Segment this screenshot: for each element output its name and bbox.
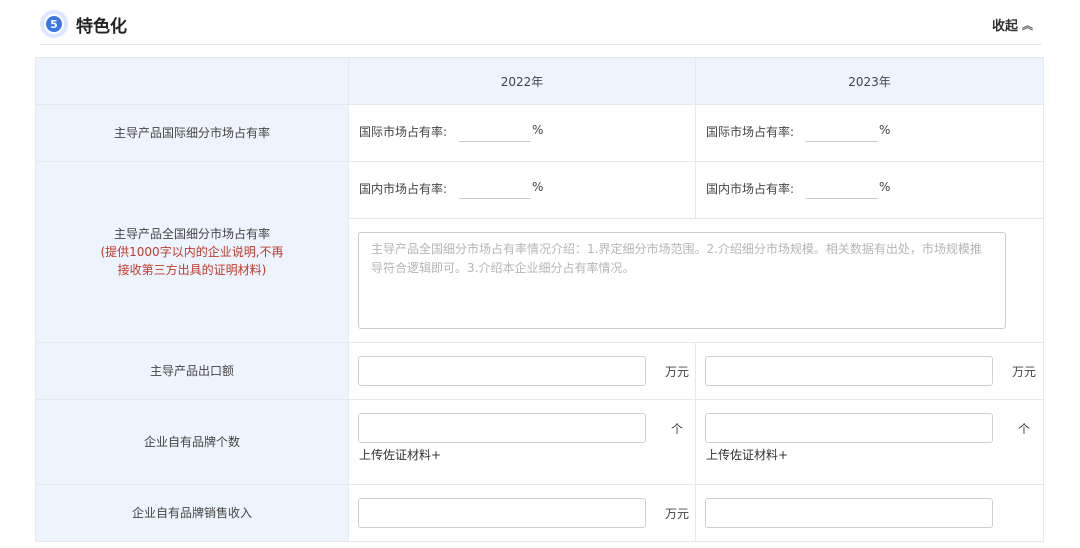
intl-share-row: 主导产品国际细分市场占有率 国际市场占有率: % 国际市场占有率: % (35, 104, 1044, 162)
national-share-desc-cell: 主导产品全国细分市场占有率情况介绍：1.界定细分市场范围。2.介绍细分市场规模。… (348, 218, 1044, 343)
brand-revenue-2023-input[interactable] (705, 498, 993, 528)
export-2022-cell: 万元 (348, 342, 696, 400)
year-header-row: 2022年 2023年 (35, 57, 1044, 105)
chevron-up-icon: ︽ (1022, 18, 1034, 32)
brand-count-2022-cell: 个 上传佐证材料+ (348, 399, 696, 485)
count-unit: 个 (1018, 422, 1031, 436)
upload-evidence-link[interactable]: 上传佐证材料+ (706, 446, 788, 463)
wanyuan-unit: 万元 (665, 507, 690, 521)
export-2022-input[interactable] (358, 356, 646, 386)
section-header: 5 特色化 收起 ︽ (0, 0, 1080, 45)
percent-unit: % (879, 123, 891, 137)
collapse-button[interactable]: 收起 ︽ (992, 15, 1034, 35)
national-share-row: 主导产品全国细分市场占有率 (提供1000字以内的企业说明,不再接收第三方出具的… (35, 161, 1044, 343)
header-divider (40, 44, 1042, 45)
count-unit: 个 (671, 422, 684, 436)
national-share-label-cell: 主导产品全国细分市场占有率 (提供1000字以内的企业说明,不再接收第三方出具的… (35, 161, 349, 343)
year-header-2022: 2022年 (348, 57, 696, 105)
intl-rate-2023-input[interactable] (806, 141, 878, 142)
brand-count-2022-input[interactable] (358, 413, 646, 443)
intl-share-2022-cell: 国际市场占有率: % (348, 104, 696, 162)
national-share-note: (提供1000字以内的企业说明,不再接收第三方出具的证明材料) (100, 245, 284, 277)
brand-revenue-2022-cell: 万元 (348, 484, 696, 542)
brand-count-label: 企业自有品牌个数 (35, 399, 349, 485)
section-title: 特色化 (76, 17, 127, 37)
national-share-textarea[interactable]: 主导产品全国细分市场占有率情况介绍：1.界定细分市场范围。2.介绍细分市场规模。… (358, 232, 1006, 329)
percent-unit: % (532, 180, 544, 194)
intl-rate-label: 国际市场占有率: (359, 125, 448, 139)
brand-count-2023-input[interactable] (705, 413, 993, 443)
national-share-label: 主导产品全国细分市场占有率 (113, 227, 270, 241)
corner-cell (35, 57, 349, 105)
intl-share-label: 主导产品国际细分市场占有率 (35, 104, 349, 162)
national-rate-2022-input[interactable] (459, 198, 531, 199)
brand-revenue-label: 企业自有品牌销售收入 (35, 484, 349, 542)
percent-unit: % (532, 123, 544, 137)
intl-rate-2022-input[interactable] (459, 141, 531, 142)
brand-revenue-2023-cell (695, 484, 1044, 542)
collapse-label: 收起 (992, 19, 1019, 34)
year-header-2023: 2023年 (695, 57, 1044, 105)
percent-unit: % (879, 180, 891, 194)
national-rate-label: 国内市场占有率: (359, 182, 448, 196)
brand-count-row: 企业自有品牌个数 个 上传佐证材料+ 个 上传佐证材料+ (35, 399, 1044, 485)
upload-evidence-link[interactable]: 上传佐证材料+ (359, 446, 441, 463)
export-row: 主导产品出口额 万元 万元 (35, 342, 1044, 400)
export-2023-input[interactable] (705, 356, 993, 386)
export-label: 主导产品出口额 (35, 342, 349, 400)
brand-revenue-2022-input[interactable] (358, 498, 646, 528)
export-2023-cell: 万元 (695, 342, 1044, 400)
national-share-2023-cell: 国内市场占有率: % (695, 161, 1044, 219)
brand-count-2023-cell: 个 上传佐证材料+ (695, 399, 1044, 485)
national-share-2022-cell: 国内市场占有率: % (348, 161, 696, 219)
wanyuan-unit: 万元 (665, 365, 690, 379)
step-number-badge: 5 (40, 10, 68, 38)
national-rate-2023-input[interactable] (806, 198, 878, 199)
brand-revenue-row: 企业自有品牌销售收入 万元 (35, 484, 1044, 542)
national-rate-label: 国内市场占有率: (706, 182, 795, 196)
wanyuan-unit: 万元 (1012, 365, 1037, 379)
feature-form-table: 2022年 2023年 主导产品国际细分市场占有率 国际市场占有率: % 国际市… (35, 57, 1044, 542)
intl-share-2023-cell: 国际市场占有率: % (695, 104, 1044, 162)
intl-rate-label: 国际市场占有率: (706, 125, 795, 139)
